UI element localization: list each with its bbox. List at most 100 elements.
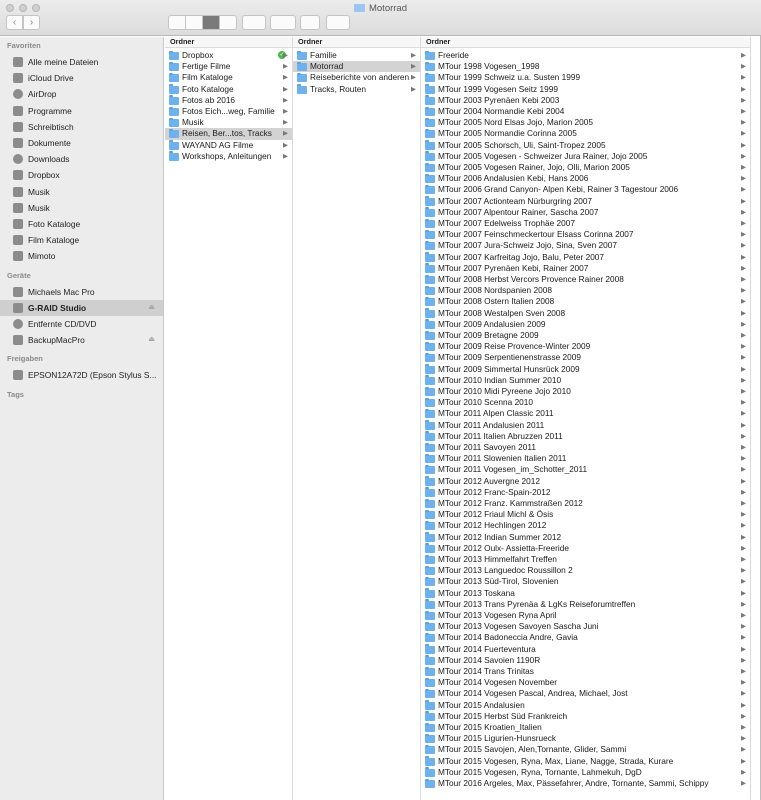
folder-row[interactable]: MTour 2013 Himmelfahrt Treffen ▶ [421,554,750,565]
sidebar-item[interactable]: Michaels Mac Pro [0,284,163,300]
folder-row[interactable]: MTour 2015 Ligurien-Hunsrueck ▶ [421,733,750,744]
folder-row[interactable]: Fotos ab 2016 ▶ [165,95,292,106]
folder-row[interactable]: MTour 2014 Badoneccia Andre, Gavia ▶ [421,632,750,643]
folder-row[interactable]: MTour 2013 Süd-Tirol, Slovenien ▶ [421,576,750,587]
folder-row[interactable]: MTour 2008 Nordspanien 2008 ▶ [421,285,750,296]
action-gear-button[interactable] [270,15,296,30]
sidebar-item[interactable]: Foto Kataloge [0,216,163,232]
folder-row[interactable]: MTour 2006 Grand Canyon- Alpen Kebi, Rai… [421,184,750,195]
sidebar-item[interactable]: Musik [0,200,163,216]
folder-row[interactable]: MTour 2011 Italien Abruzzen 2011 ▶ [421,431,750,442]
sidebar-item[interactable]: Dokumente [0,135,163,151]
folder-row[interactable]: MTour 2013 Trans Pyrenäa & LgKs Reisefor… [421,599,750,610]
sidebar-item[interactable]: Entfernte CD/DVD [0,316,163,332]
tags-button[interactable] [326,15,350,30]
folder-row[interactable]: Reiseberichte von anderen ▶ [293,72,420,83]
folder-row[interactable]: MTour 2008 Ostern Italien 2008 ▶ [421,296,750,307]
sidebar-item[interactable]: Programme [0,103,163,119]
folder-row[interactable]: Workshops, Anleitungen ▶ [165,151,292,162]
folder-row[interactable]: MTour 2013 Vogesen Ryna April ▶ [421,610,750,621]
sidebar-item[interactable]: AirDrop [0,86,163,102]
folder-row[interactable]: MTour 2007 Jura-Schweiz Jojo, Sina, Sven… [421,240,750,251]
back-button[interactable]: ‹ [6,15,23,30]
folder-row[interactable]: MTour 2012 Friaul Michl & Ösis ▶ [421,509,750,520]
folder-row[interactable]: MTour 2004 Normandie Kebi 2004 ▶ [421,106,750,117]
folder-row[interactable]: MTour 2012 Franc-Spain-2012 ▶ [421,487,750,498]
column-2[interactable]: Ordner Familie ▶ Motorrad ▶ Reiseberichte von… [293,37,421,800]
folder-row[interactable]: MTour 2012 Oulx- Assietta-Freeride ▶ [421,543,750,554]
folder-row[interactable]: MTour 2007 Actionteam Nürburgring 2007 ▶ [421,196,750,207]
folder-row[interactable]: MTour 2005 Nord Elsas Jojo, Marion 2005 ▶ [421,117,750,128]
folder-row[interactable]: MTour 2007 Feinschmeckertour Elsass Cori… [421,229,750,240]
folder-row[interactable]: Familie ▶ [293,50,420,61]
icon-view-button[interactable] [168,15,186,30]
folder-row[interactable]: MTour 1999 Schweiz u.a. Susten 1999 ▶ [421,72,750,83]
folder-row[interactable]: MTour 2011 Andalusien 2011 ▶ [421,420,750,431]
folder-row[interactable]: MTour 2006 Andalusien Kebi, Hans 2006 ▶ [421,173,750,184]
sidebar-item[interactable]: Film Kataloge [0,232,163,248]
folder-row[interactable]: Film Kataloge ▶ [165,72,292,83]
sidebar-item[interactable]: Musik [0,184,163,200]
folder-row[interactable]: MTour 2013 Vogesen Savoyen Sascha Juni ▶ [421,621,750,632]
folder-row[interactable]: Dropbox ✓ ▶ [165,50,292,61]
folder-row[interactable]: MTour 2010 Indian Summer 2010 ▶ [421,375,750,386]
folder-row[interactable]: MTour 2015 Herbst Süd Frankreich ▶ [421,711,750,722]
sidebar-item[interactable]: EPSON12A72D (Epson Stylus S... [0,367,163,383]
sidebar-item[interactable]: BackupMacPro ⏏ [0,332,163,348]
column-3[interactable]: Ordner Freeride ▶ MTour 1998 Vogesen_1998 ▶ M… [421,37,751,800]
folder-row[interactable]: MTour 2009 Simmertal Hunsrück 2009 ▶ [421,364,750,375]
arrange-button[interactable] [242,15,266,30]
folder-row[interactable]: MTour 2007 Karfreitag Jojo, Balu, Peter … [421,252,750,263]
list-view-button[interactable] [185,15,203,30]
sidebar-item[interactable]: G-RAID Studio ⏏ [0,299,163,316]
column-1[interactable]: Ordner Dropbox ✓ ▶ Fertige Filme ▶ Film Katalo… [165,37,293,800]
folder-row[interactable]: MTour 2010 Midi Pyreene Jojo 2010 ▶ [421,386,750,397]
eject-icon[interactable]: ⏏ [148,300,155,316]
folder-row[interactable]: MTour 2011 Alpen Classic 2011 ▶ [421,408,750,419]
folder-row[interactable]: Fertige Filme ▶ [165,61,292,72]
folder-row[interactable]: MTour 1998 Vogesen_1998 ▶ [421,61,750,72]
folder-row[interactable]: MTour 2007 Edelweiss Trophäe 2007 ▶ [421,218,750,229]
folder-row[interactable]: Tracks, Routen ▶ [293,84,420,95]
folder-row[interactable]: Fotos Eich...weg, Familie ▶ [165,106,292,117]
folder-row[interactable]: MTour 2011 Slowenien Italien 2011 ▶ [421,453,750,464]
folder-row[interactable]: Motorrad ▶ [293,61,420,73]
folder-row[interactable]: MTour 2005 Vogesen - Schweizer Jura Rain… [421,151,750,162]
folder-row[interactable]: MTour 2010 Scenna 2010 ▶ [421,397,750,408]
folder-row[interactable]: MTour 2005 Normandie Corinna 2005 ▶ [421,128,750,139]
folder-row[interactable]: Musik ▶ [165,117,292,128]
sidebar-item[interactable]: Schreibtisch [0,119,163,135]
folder-row[interactable]: MTour 2009 Bretagne 2009 ▶ [421,330,750,341]
folder-row[interactable]: Foto Kataloge ▶ [165,84,292,95]
folder-row[interactable]: MTour 2012 Franz. Kammstraßen 2012 ▶ [421,498,750,509]
sidebar-item[interactable]: Dropbox [0,167,163,183]
folder-row[interactable]: MTour 2015 Kroatien_Italien ▶ [421,722,750,733]
folder-row[interactable]: MTour 2009 Reise Provence-Winter 2009 ▶ [421,341,750,352]
folder-row[interactable]: MTour 2012 Auvergne 2012 ▶ [421,476,750,487]
forward-button[interactable]: › [23,15,40,30]
sidebar-item[interactable]: iCloud Drive [0,70,163,86]
folder-row[interactable]: MTour 2014 Trans Trinitas ▶ [421,666,750,677]
folder-row[interactable]: MTour 2012 Indian Summer 2012 ▶ [421,532,750,543]
folder-row[interactable]: MTour 2015 Savojen, Alen,Tornante, Glide… [421,744,750,755]
folder-row[interactable]: MTour 2003 Pyrenäen Kebi 2003 ▶ [421,95,750,106]
folder-row[interactable]: MTour 2011 Savoyen 2011 ▶ [421,442,750,453]
folder-row[interactable]: MTour 2005 Schorsch, Uli, Saint-Tropez 2… [421,140,750,151]
folder-row[interactable]: MTour 2007 Pyrenäen Kebi, Rainer 2007 ▶ [421,263,750,274]
folder-row[interactable]: Freeride ▶ [421,50,750,61]
folder-row[interactable]: MTour 2012 Hechlingen 2012 ▶ [421,520,750,531]
folder-row[interactable]: MTour 2014 Savoien 1190R ▶ [421,655,750,666]
folder-row[interactable]: Reisen, Ber...tos, Tracks ▶ [165,128,292,140]
folder-row[interactable]: MTour 2015 Andalusien ▶ [421,700,750,711]
eject-icon[interactable]: ⏏ [148,332,155,348]
folder-row[interactable]: MTour 2005 Vogesen Rainer, Jojo, Olli, M… [421,162,750,173]
folder-row[interactable]: MTour 2016 Argeles, Max, Pässefahrer, An… [421,778,750,789]
sidebar-item[interactable]: Alle meine Dateien [0,54,163,70]
folder-row[interactable]: MTour 2013 Languedoc Roussillon 2 ▶ [421,565,750,576]
share-button[interactable] [300,15,320,30]
folder-row[interactable]: MTour 2008 Herbst Vercors Provence Raine… [421,274,750,285]
sidebar-item[interactable]: Mimoto [0,248,163,264]
folder-row[interactable]: MTour 2008 Westalpen Sven 2008 ▶ [421,308,750,319]
folder-row[interactable]: MTour 2014 Vogesen November ▶ [421,677,750,688]
folder-row[interactable]: MTour 2009 Serpentienenstrasse 2009 ▶ [421,352,750,363]
